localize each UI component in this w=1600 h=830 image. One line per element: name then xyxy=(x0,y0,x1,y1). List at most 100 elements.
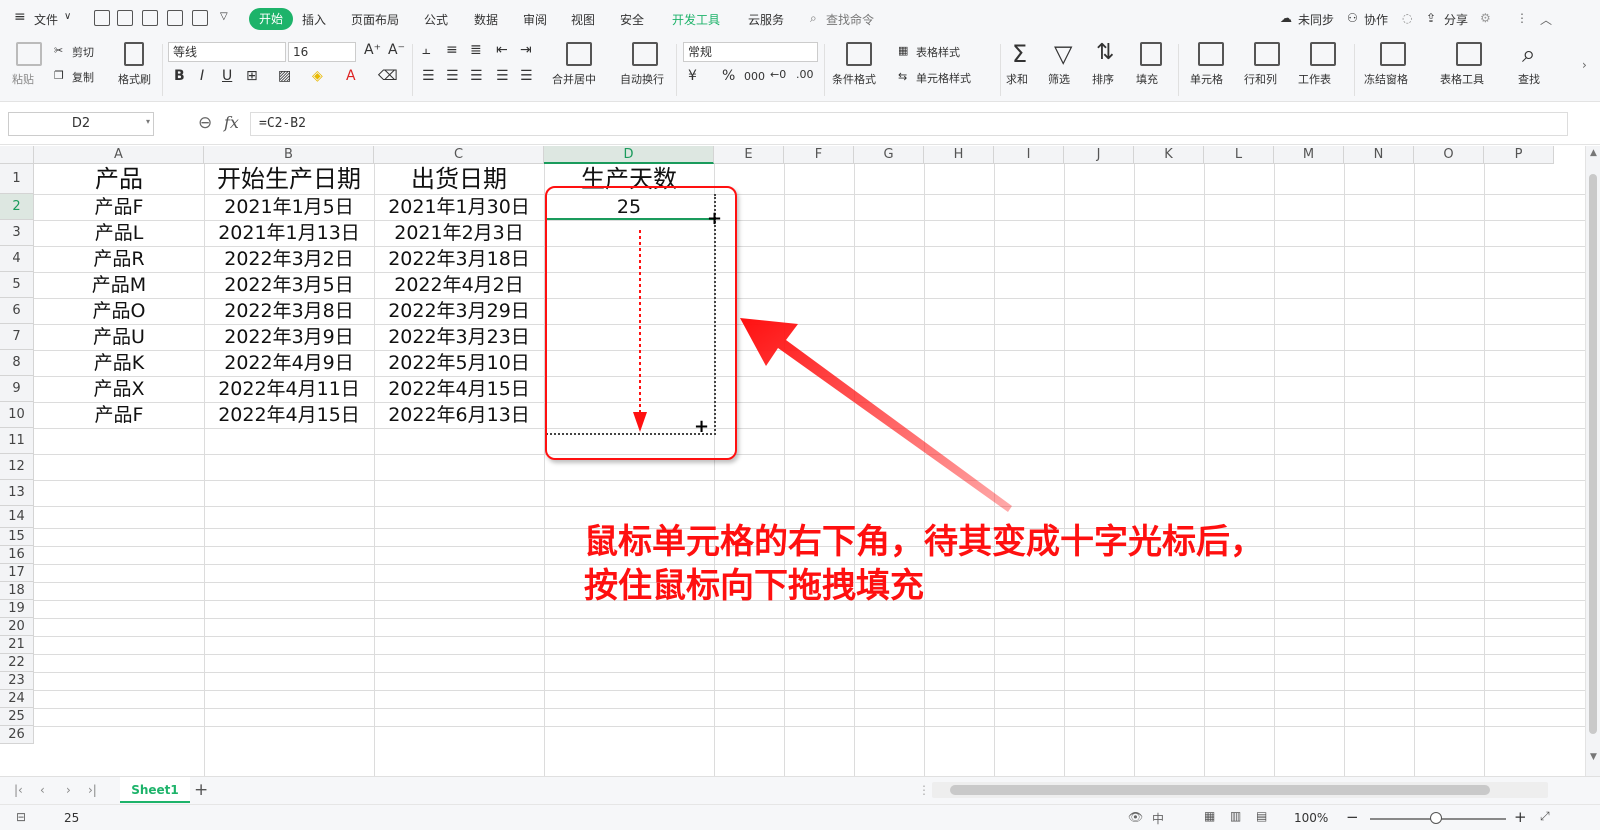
decrease-decimal-icon[interactable]: .00 xyxy=(796,68,814,81)
spreadsheet-grid[interactable]: ABCDEFGHIJKLMNOP 1 2 3 4 5 6 7 8 9 10 11 12 13 14 15 16… xyxy=(0,146,1585,776)
header-cell-c1[interactable]: 出货日期 xyxy=(374,164,544,194)
fill-color-icon[interactable]: ◈ xyxy=(312,68,323,84)
row-header-20[interactable]: 20 xyxy=(0,618,34,636)
align-top-icon[interactable]: ⫠ xyxy=(422,42,430,58)
cell-b9[interactable]: 2022年4月11日 xyxy=(204,376,374,402)
conditional-format-icon[interactable] xyxy=(846,42,872,66)
select-all-corner[interactable] xyxy=(0,146,34,164)
tab-review[interactable]: 审阅 xyxy=(523,11,547,28)
row-header-11[interactable]: 11 xyxy=(0,428,34,454)
fullscreen-icon[interactable]: ⤢ xyxy=(1540,809,1550,824)
normal-view-icon[interactable]: ▦ xyxy=(1204,809,1215,823)
row-header-1[interactable]: 1 xyxy=(0,164,34,194)
collaborate-button[interactable]: 协作 xyxy=(1364,11,1388,28)
cell-b4[interactable]: 2022年3月2日 xyxy=(204,246,374,272)
column-header-f[interactable]: F xyxy=(784,146,854,164)
increase-font-icon[interactable]: A⁺ xyxy=(364,42,381,58)
cell-b7[interactable]: 2022年3月9日 xyxy=(204,324,374,350)
merge-center-icon[interactable] xyxy=(566,42,592,66)
cut-button[interactable]: 剪切 xyxy=(72,44,94,60)
row-header-23[interactable]: 23 xyxy=(0,672,34,690)
next-sheet-icon[interactable]: › xyxy=(66,783,71,797)
menu-file[interactable]: 文件 xyxy=(34,11,58,28)
tab-data[interactable]: 数据 xyxy=(474,11,498,28)
column-header-e[interactable]: E xyxy=(714,146,784,164)
settings-icon[interactable]: ⚙ xyxy=(1480,11,1491,25)
row-header-13[interactable]: 13 xyxy=(0,480,34,506)
wrap-text-button[interactable]: 自动换行 xyxy=(620,71,664,87)
fill-pattern-icon[interactable]: ▨ xyxy=(278,68,291,84)
thousands-button[interactable]: 000 xyxy=(744,70,765,83)
vertical-scroll-thumb[interactable] xyxy=(1589,174,1597,734)
cell-c9[interactable]: 2022年4月15日 xyxy=(374,376,544,402)
row-header-3[interactable]: 3 xyxy=(0,220,34,246)
cell-c7[interactable]: 2022年3月23日 xyxy=(374,324,544,350)
fill-button[interactable]: 填充 xyxy=(1136,71,1158,87)
conditional-format-button[interactable]: 条件格式 xyxy=(832,71,876,87)
column-header-a[interactable]: A xyxy=(34,146,204,164)
worksheet-icon[interactable] xyxy=(1310,42,1336,66)
cell-b3[interactable]: 2021年1月13日 xyxy=(204,220,374,246)
table-tools-icon[interactable] xyxy=(1456,42,1482,66)
row-header-6[interactable]: 6 xyxy=(0,298,34,324)
row-header-9[interactable]: 9 xyxy=(0,376,34,402)
cell-style-button[interactable]: 单元格样式 xyxy=(916,70,971,86)
eraser-icon[interactable]: ⌫ xyxy=(378,68,398,84)
scroll-up-icon[interactable]: ▲ xyxy=(1590,148,1597,158)
worksheet-button[interactable]: 工作表 xyxy=(1298,71,1331,87)
find-icon[interactable]: ⌕ xyxy=(1522,40,1535,68)
cell-a10[interactable]: 产品F xyxy=(34,402,204,428)
tab-insert[interactable]: 插入 xyxy=(302,11,326,28)
column-header-p[interactable]: P xyxy=(1484,146,1554,164)
macro-icon[interactable]: ⊟ xyxy=(16,810,26,824)
cell-a6[interactable]: 产品O xyxy=(34,298,204,324)
command-search[interactable]: 查找命令 xyxy=(826,11,874,28)
hamburger-icon[interactable]: ≡ xyxy=(14,9,26,25)
freeze-pane-icon[interactable] xyxy=(1380,42,1406,66)
chevron-down-icon[interactable]: ∨ xyxy=(64,11,71,22)
search-icon[interactable]: ⌕ xyxy=(810,11,817,26)
row-header-19[interactable]: 19 xyxy=(0,600,34,618)
zoom-in-icon[interactable]: + xyxy=(1514,808,1527,826)
filter-icon[interactable]: ▽ xyxy=(1054,40,1072,68)
sheet-tab-sheet1[interactable]: Sheet1 xyxy=(120,777,190,803)
cell-c4[interactable]: 2022年3月18日 xyxy=(374,246,544,272)
underline-button[interactable]: U xyxy=(222,68,232,84)
new-file-icon[interactable] xyxy=(94,10,110,26)
row-header-4[interactable]: 4 xyxy=(0,246,34,272)
cell-c2[interactable]: 2021年1月30日 xyxy=(374,194,544,220)
cell-c5[interactable]: 2022年4月2日 xyxy=(374,272,544,298)
column-header-b[interactable]: B xyxy=(204,146,374,164)
column-header-i[interactable]: I xyxy=(994,146,1064,164)
header-cell-a1[interactable]: 产品 xyxy=(34,164,204,194)
tab-page-layout[interactable]: 页面布局 xyxy=(351,11,399,28)
tab-start[interactable]: 开始 xyxy=(249,8,293,30)
formula-input[interactable]: =C2-B2 xyxy=(250,112,1568,136)
cell-b6[interactable]: 2022年3月8日 xyxy=(204,298,374,324)
border-icon[interactable]: ⊞ xyxy=(246,68,258,84)
print-icon[interactable] xyxy=(192,10,208,26)
paste-button[interactable]: 粘贴 xyxy=(12,71,34,87)
tab-security[interactable]: 安全 xyxy=(620,11,644,28)
cell-c8[interactable]: 2022年5月10日 xyxy=(374,350,544,376)
align-bottom-icon[interactable]: ≣ xyxy=(470,42,482,58)
align-middle-icon[interactable]: ≡ xyxy=(446,42,458,58)
vertical-scrollbar[interactable]: ▲ ▼ xyxy=(1585,146,1600,776)
share-button[interactable]: 分享 xyxy=(1444,11,1468,28)
input-method-icon[interactable]: 中 xyxy=(1152,810,1164,827)
currency-button[interactable]: ¥ xyxy=(688,68,697,84)
format-painter-button[interactable]: 格式刷 xyxy=(118,71,151,87)
cell-a8[interactable]: 产品K xyxy=(34,350,204,376)
cell-a5[interactable]: 产品M xyxy=(34,272,204,298)
row-header-2[interactable]: 2 xyxy=(0,194,34,220)
filter-button[interactable]: 筛选 xyxy=(1048,71,1070,87)
cell-a9[interactable]: 产品X xyxy=(34,376,204,402)
cells-button[interactable]: 单元格 xyxy=(1190,71,1223,87)
print-preview-icon[interactable] xyxy=(167,10,183,26)
save-icon[interactable] xyxy=(117,10,133,26)
horizontal-scrollbar[interactable] xyxy=(932,782,1548,798)
row-header-24[interactable]: 24 xyxy=(0,690,34,708)
cell-b5[interactable]: 2022年3月5日 xyxy=(204,272,374,298)
wrap-text-icon[interactable] xyxy=(632,42,658,66)
tab-cloud[interactable]: 云服务 xyxy=(748,11,784,28)
